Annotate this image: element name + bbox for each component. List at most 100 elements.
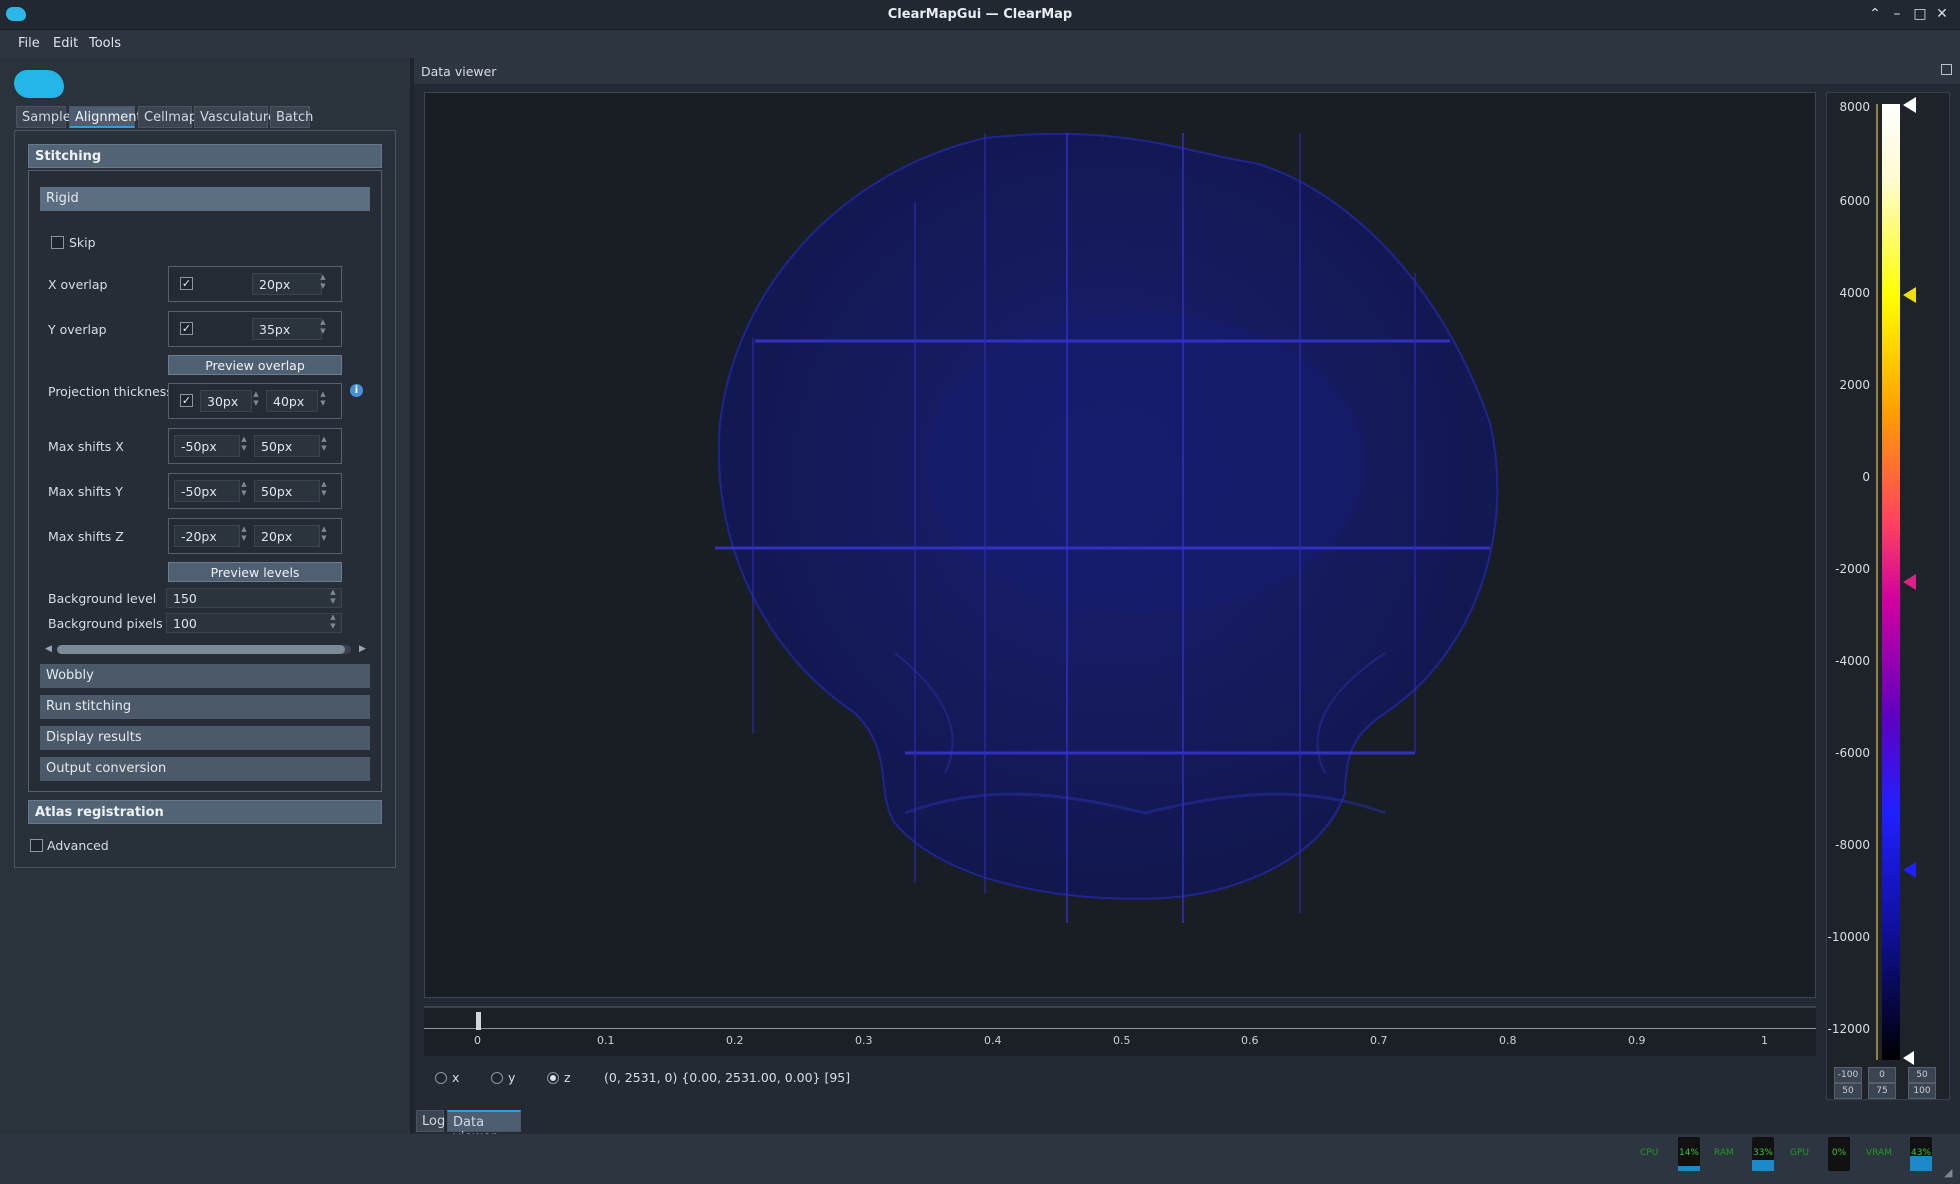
blue-color-handle[interactable]	[1903, 862, 1916, 878]
tab-cellmap[interactable]: Cellmap	[138, 106, 197, 128]
timeline-tick: 0.3	[855, 1034, 873, 1047]
dock-float-icon[interactable]	[1941, 64, 1952, 75]
projection-thickness-stepper-1[interactable]: ▲ ▼	[251, 390, 261, 412]
axis-x-label: x	[452, 1070, 460, 1085]
info-icon[interactable]: i	[350, 384, 363, 397]
image-viewer[interactable]	[424, 92, 1816, 998]
atlas-registration-section-header[interactable]: Atlas registration	[28, 800, 382, 824]
tab-batch[interactable]: Batch	[270, 106, 313, 128]
background-level-input[interactable]: 150	[166, 588, 342, 608]
timeline-slider-handle[interactable]	[476, 1012, 481, 1030]
max-shifts-x-max-input[interactable]: 50px	[254, 435, 320, 457]
lut-label: -4000	[1835, 654, 1870, 668]
menu-edit[interactable]: Edit	[53, 36, 78, 51]
preview-levels-button[interactable]: Preview levels	[168, 562, 342, 582]
max-shifts-x-min-stepper[interactable]: ▲ ▼	[239, 435, 249, 457]
max-shifts-z-min-input[interactable]: -20px	[174, 525, 240, 547]
y-overlap-stepper[interactable]: ▲ ▼	[318, 318, 328, 340]
x-overlap-input[interactable]: 20px	[252, 273, 322, 295]
scroll-right-arrow[interactable]: ▶	[359, 644, 367, 654]
lut-label: 8000	[1839, 100, 1870, 114]
projection-thickness-stepper-2[interactable]: ▲ ▼	[318, 390, 328, 412]
max-shifts-y-label: Max shifts Y	[48, 484, 123, 499]
stitching-section-header[interactable]: Stitching	[28, 144, 382, 168]
magenta-color-handle[interactable]	[1903, 574, 1916, 590]
window-shade-button[interactable]: ⌃	[1866, 6, 1884, 22]
advanced-label: Advanced	[47, 838, 109, 853]
max-shifts-x-label: Max shifts X	[48, 439, 124, 454]
background-pixels-stepper[interactable]: ▲ ▼	[328, 613, 338, 633]
skip-checkbox[interactable]	[51, 236, 64, 249]
max-shifts-z-min-stepper[interactable]: ▲ ▼	[239, 525, 249, 547]
rigid-subsection-header[interactable]: Rigid	[40, 187, 370, 211]
menu-tools[interactable]: Tools	[89, 36, 121, 51]
window-title: ClearMapGui — ClearMap	[887, 7, 1073, 22]
menu-bar: File Edit Tools	[0, 30, 1960, 58]
white-color-handle[interactable]	[1903, 97, 1916, 113]
background-pixels-input[interactable]: 100	[166, 613, 342, 633]
tab-sample[interactable]: Sample	[16, 106, 71, 128]
scroll-left-arrow[interactable]: ◀	[45, 644, 53, 654]
lut-preset-button[interactable]: 50	[1908, 1067, 1936, 1083]
timeline-tick: 1	[1761, 1034, 1768, 1047]
background-pixels-label: Background pixels	[48, 616, 163, 631]
lut-preset-button[interactable]: 0	[1868, 1067, 1896, 1083]
max-shifts-x-max-stepper[interactable]: ▲ ▼	[319, 435, 329, 457]
timeline-tick: 0.9	[1628, 1034, 1646, 1047]
lut-preset-button[interactable]: -100	[1834, 1067, 1862, 1083]
horizontal-scrollbar-thumb[interactable]	[57, 645, 345, 654]
projection-thickness-input-1[interactable]: 30px	[200, 390, 252, 412]
lut-preset-button[interactable]: 50	[1834, 1083, 1862, 1099]
yellow-color-handle[interactable]	[1903, 287, 1916, 303]
lut-preset-button[interactable]: 75	[1868, 1083, 1896, 1099]
axis-z-radio[interactable]	[547, 1072, 559, 1084]
color-gradient-bar[interactable]	[1882, 104, 1900, 1060]
tab-log[interactable]: Log	[416, 1110, 445, 1132]
lut-label: 4000	[1839, 286, 1870, 300]
tab-data-viewer[interactable]: Data viewer	[447, 1110, 521, 1145]
lut-preset-button[interactable]: 100	[1908, 1083, 1936, 1099]
preview-overlap-button[interactable]: Preview overlap	[168, 355, 342, 375]
slice-timeline[interactable]: 0 0.1 0.2 0.3 0.4 0.5 0.6 0.7 0.8 0.9 1	[424, 1006, 1816, 1056]
tab-alignment[interactable]: Alignment	[69, 106, 142, 128]
resize-grip-icon[interactable]: ◢	[1944, 1166, 1956, 1179]
x-overlap-stepper[interactable]: ▲ ▼	[318, 273, 328, 295]
max-shifts-z-max-stepper[interactable]: ▲ ▼	[319, 525, 329, 547]
gpu-meter: 0%	[1828, 1137, 1850, 1171]
advanced-checkbox[interactable]	[30, 839, 43, 852]
tab-vasculature[interactable]: Vasculature	[194, 106, 276, 128]
output-conversion-subsection-header[interactable]: Output conversion	[40, 757, 370, 781]
black-color-handle[interactable]	[1903, 1051, 1914, 1065]
max-shifts-y-max-stepper[interactable]: ▲ ▼	[319, 480, 329, 502]
window-minimize-button[interactable]: –	[1888, 6, 1906, 22]
lut-label: -6000	[1835, 746, 1870, 760]
panel-splitter[interactable]	[410, 58, 414, 1134]
brain-slice-image	[715, 132, 1499, 923]
y-overlap-checkbox[interactable]: ✓	[180, 322, 193, 335]
max-shifts-z-label: Max shifts Z	[48, 529, 124, 544]
window-close-button[interactable]: ✕	[1933, 6, 1951, 22]
axis-x-radio[interactable]	[435, 1072, 447, 1084]
lut-label: 0	[1862, 470, 1870, 484]
cpu-meter: 14%	[1678, 1137, 1700, 1171]
display-results-subsection-header[interactable]: Display results	[40, 726, 370, 750]
projection-thickness-label: Projection thickness	[48, 384, 173, 399]
max-shifts-x-min-input[interactable]: -50px	[174, 435, 240, 457]
projection-thickness-checkbox[interactable]: ✓	[180, 394, 193, 407]
clearmap-logo	[14, 70, 64, 98]
vram-label: VRAM	[1866, 1148, 1892, 1158]
background-level-stepper[interactable]: ▲ ▼	[328, 588, 338, 608]
run-stitching-subsection-header[interactable]: Run stitching	[40, 695, 370, 719]
max-shifts-y-min-input[interactable]: -50px	[174, 480, 240, 502]
wobbly-subsection-header[interactable]: Wobbly	[40, 664, 370, 688]
max-shifts-z-max-input[interactable]: 20px	[254, 525, 320, 547]
max-shifts-y-max-input[interactable]: 50px	[254, 480, 320, 502]
y-overlap-input[interactable]: 35px	[252, 318, 322, 340]
timeline-tick: 0.7	[1370, 1034, 1388, 1047]
menu-file[interactable]: File	[18, 36, 40, 51]
max-shifts-y-min-stepper[interactable]: ▲ ▼	[239, 480, 249, 502]
x-overlap-checkbox[interactable]: ✓	[180, 277, 193, 290]
window-maximize-button[interactable]: □	[1911, 6, 1929, 22]
projection-thickness-input-2[interactable]: 40px	[266, 390, 318, 412]
axis-y-radio[interactable]	[491, 1072, 503, 1084]
